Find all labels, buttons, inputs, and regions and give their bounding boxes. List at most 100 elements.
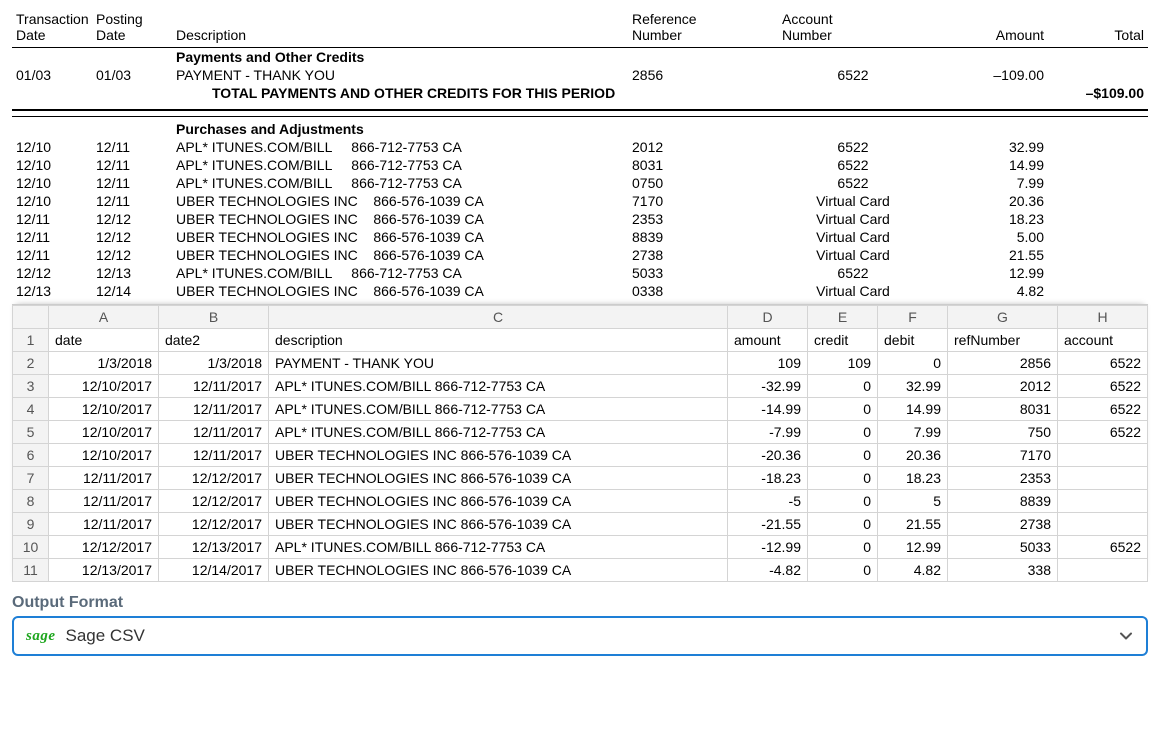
cell[interactable]: 14.99	[878, 398, 948, 421]
cell[interactable]: 750	[948, 421, 1058, 444]
cell[interactable]: -5	[728, 490, 808, 513]
cell[interactable]: 4.82	[878, 559, 948, 582]
cell[interactable]: -21.55	[728, 513, 808, 536]
cell[interactable]: 12/13/2017	[49, 559, 159, 582]
cell[interactable]: 12/11/2017	[49, 513, 159, 536]
cell[interactable]: amount	[728, 329, 808, 352]
cell[interactable]: 0	[808, 375, 878, 398]
cell[interactable]: 12/11/2017	[159, 444, 269, 467]
cell[interactable]: 6522	[1058, 352, 1148, 375]
cell[interactable]: 109	[808, 352, 878, 375]
cell[interactable]: description	[269, 329, 728, 352]
cell[interactable]: debit	[878, 329, 948, 352]
cell[interactable]: refNumber	[948, 329, 1058, 352]
cell[interactable]	[1058, 513, 1148, 536]
cell[interactable]	[1058, 490, 1148, 513]
cell[interactable]: 0	[878, 352, 948, 375]
select-all-corner[interactable]	[13, 306, 49, 329]
cell[interactable]: 6522	[1058, 375, 1148, 398]
cell[interactable]: 0	[808, 559, 878, 582]
row-header[interactable]: 3	[13, 375, 49, 398]
row-header[interactable]: 7	[13, 467, 49, 490]
cell[interactable]: 0	[808, 444, 878, 467]
cell[interactable]: 5033	[948, 536, 1058, 559]
cell[interactable]: APL* ITUNES.COM/BILL 866-712-7753 CA	[269, 536, 728, 559]
row-header[interactable]: 6	[13, 444, 49, 467]
cell[interactable]: 109	[728, 352, 808, 375]
cell[interactable]: 12.99	[878, 536, 948, 559]
cell[interactable]: 2012	[948, 375, 1058, 398]
cell[interactable]: 0	[808, 490, 878, 513]
cell[interactable]: 5	[878, 490, 948, 513]
cell[interactable]: APL* ITUNES.COM/BILL 866-712-7753 CA	[269, 375, 728, 398]
cell[interactable]: date2	[159, 329, 269, 352]
row-header[interactable]: 5	[13, 421, 49, 444]
cell[interactable]: 8031	[948, 398, 1058, 421]
cell[interactable]: 8839	[948, 490, 1058, 513]
column-header-E[interactable]: E	[808, 306, 878, 329]
cell[interactable]: UBER TECHNOLOGIES INC 866-576-1039 CA	[269, 490, 728, 513]
column-header-D[interactable]: D	[728, 306, 808, 329]
cell[interactable]	[1058, 559, 1148, 582]
cell[interactable]: 1/3/2018	[159, 352, 269, 375]
spreadsheet-table[interactable]: ABCDEFGH 1datedate2descriptionamountcred…	[12, 305, 1148, 582]
cell[interactable]: 12/10/2017	[49, 375, 159, 398]
cell[interactable]: 2353	[948, 467, 1058, 490]
cell[interactable]: 2738	[948, 513, 1058, 536]
cell[interactable]: 1/3/2018	[49, 352, 159, 375]
cell[interactable]: 12/11/2017	[159, 421, 269, 444]
cell[interactable]: APL* ITUNES.COM/BILL 866-712-7753 CA	[269, 421, 728, 444]
cell[interactable]: PAYMENT - THANK YOU	[269, 352, 728, 375]
cell[interactable]: 0	[808, 467, 878, 490]
cell[interactable]: date	[49, 329, 159, 352]
row-header[interactable]: 8	[13, 490, 49, 513]
cell[interactable]: -4.82	[728, 559, 808, 582]
row-header[interactable]: 1	[13, 329, 49, 352]
column-header-C[interactable]: C	[269, 306, 728, 329]
row-header[interactable]: 4	[13, 398, 49, 421]
column-header-G[interactable]: G	[948, 306, 1058, 329]
row-header[interactable]: 2	[13, 352, 49, 375]
cell[interactable]: 12/12/2017	[49, 536, 159, 559]
column-header-F[interactable]: F	[878, 306, 948, 329]
output-format-dropdown[interactable]: sage Sage CSV	[12, 616, 1148, 656]
cell[interactable]: 338	[948, 559, 1058, 582]
cell[interactable]: 0	[808, 513, 878, 536]
cell[interactable]: UBER TECHNOLOGIES INC 866-576-1039 CA	[269, 513, 728, 536]
cell[interactable]: 21.55	[878, 513, 948, 536]
cell[interactable]: UBER TECHNOLOGIES INC 866-576-1039 CA	[269, 444, 728, 467]
cell[interactable]: account	[1058, 329, 1148, 352]
cell[interactable]: 32.99	[878, 375, 948, 398]
cell[interactable]: -12.99	[728, 536, 808, 559]
cell[interactable]: 20.36	[878, 444, 948, 467]
cell[interactable]: 18.23	[878, 467, 948, 490]
column-header-A[interactable]: A	[49, 306, 159, 329]
cell[interactable]: 6522	[1058, 536, 1148, 559]
cell[interactable]: 6522	[1058, 421, 1148, 444]
cell[interactable]: 12/11/2017	[159, 398, 269, 421]
cell[interactable]: -18.23	[728, 467, 808, 490]
cell[interactable]: 12/14/2017	[159, 559, 269, 582]
cell[interactable]: 2856	[948, 352, 1058, 375]
cell[interactable]: -7.99	[728, 421, 808, 444]
cell[interactable]: credit	[808, 329, 878, 352]
cell[interactable]	[1058, 467, 1148, 490]
cell[interactable]: -14.99	[728, 398, 808, 421]
cell[interactable]: -32.99	[728, 375, 808, 398]
cell[interactable]: 6522	[1058, 398, 1148, 421]
column-header-H[interactable]: H	[1058, 306, 1148, 329]
cell[interactable]: 12/10/2017	[49, 444, 159, 467]
cell[interactable]: 12/12/2017	[159, 490, 269, 513]
cell[interactable]: 7170	[948, 444, 1058, 467]
cell[interactable]: 12/13/2017	[159, 536, 269, 559]
cell[interactable]: 12/10/2017	[49, 421, 159, 444]
cell[interactable]: UBER TECHNOLOGIES INC 866-576-1039 CA	[269, 559, 728, 582]
cell[interactable]: 12/12/2017	[159, 467, 269, 490]
cell[interactable]: 0	[808, 536, 878, 559]
column-header-B[interactable]: B	[159, 306, 269, 329]
cell[interactable]: -20.36	[728, 444, 808, 467]
cell[interactable]: 12/11/2017	[49, 467, 159, 490]
cell[interactable]: UBER TECHNOLOGIES INC 866-576-1039 CA	[269, 467, 728, 490]
cell[interactable]: 7.99	[878, 421, 948, 444]
row-header[interactable]: 11	[13, 559, 49, 582]
